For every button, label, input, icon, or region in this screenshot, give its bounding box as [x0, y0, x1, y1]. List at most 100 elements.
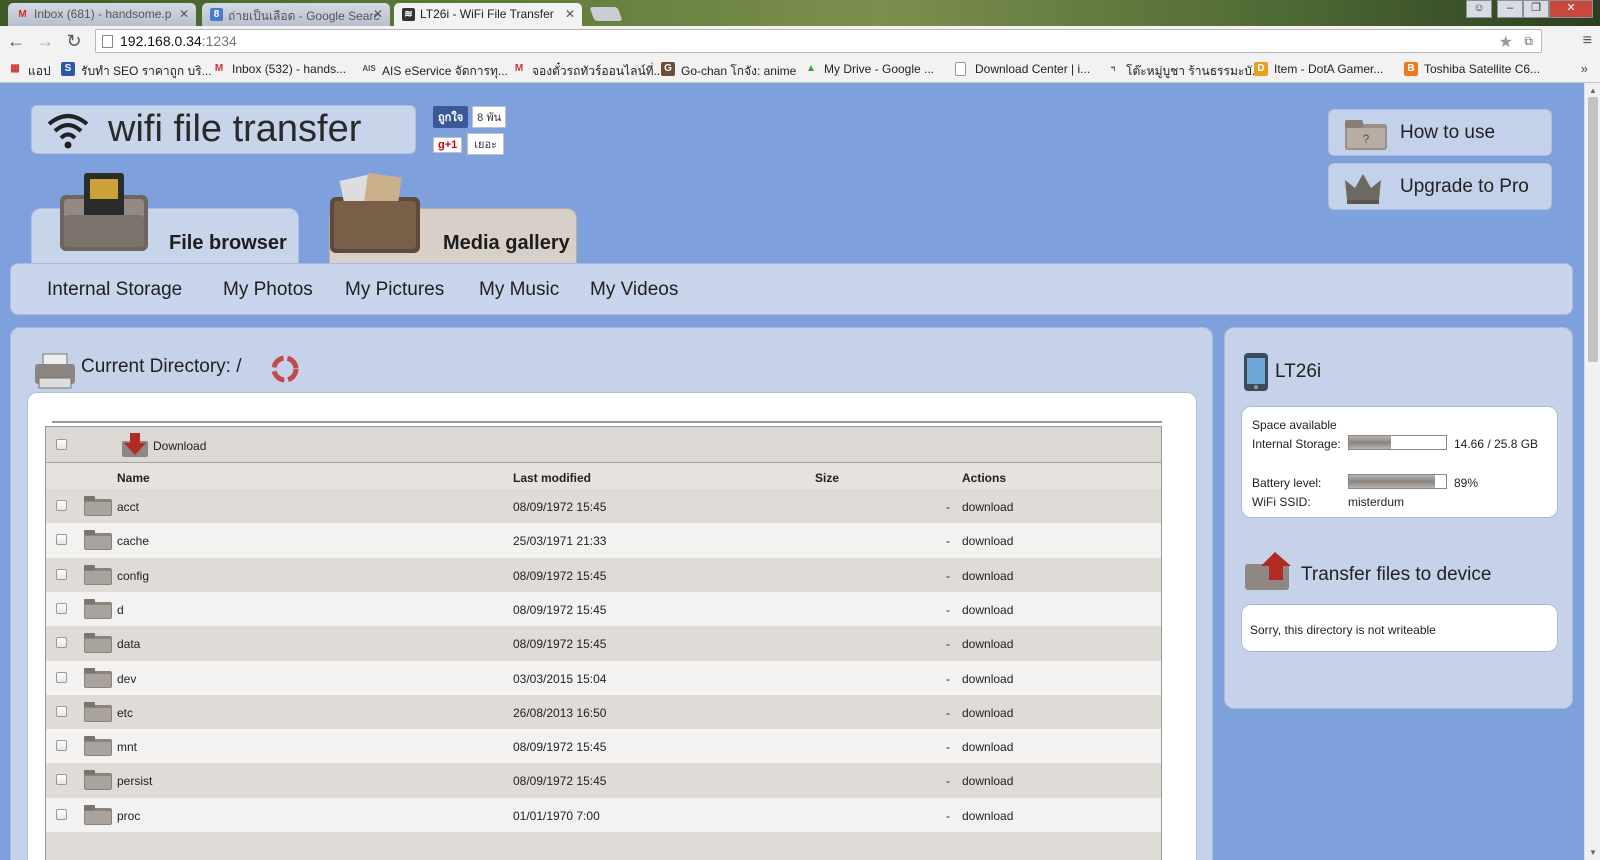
menu-icon[interactable]: ≡	[1583, 32, 1592, 50]
col-size[interactable]: Size	[815, 471, 839, 485]
bookmark-label: แอป	[28, 64, 51, 78]
gplus-button[interactable]: g+1	[433, 137, 463, 153]
file-name[interactable]: persist	[117, 774, 152, 788]
file-modified: 08/09/1972 15:45	[513, 602, 607, 617]
table-row[interactable]: acct 08/09/1972 15:45 - download	[46, 489, 1161, 524]
row-checkbox[interactable]	[56, 705, 67, 717]
subnav-my-photos[interactable]: My Photos	[223, 279, 313, 301]
scroll-up-icon[interactable]: ▲	[1589, 86, 1597, 95]
row-checkbox[interactable]	[56, 637, 67, 649]
table-row[interactable]: d 08/09/1972 15:45 - download	[46, 591, 1161, 627]
table-row[interactable]: dev 03/03/2015 15:04 - download	[46, 660, 1161, 696]
google-plus[interactable]: g+1 เยอะ	[433, 133, 504, 155]
file-name[interactable]: cache	[117, 534, 149, 548]
upgrade-to-pro-button[interactable]: Upgrade to Pro	[1328, 163, 1552, 210]
subnav-internal-storage[interactable]: Internal Storage	[47, 279, 182, 301]
app-logo[interactable]: wifi file transfer	[31, 105, 416, 154]
col-last-modified[interactable]: Last modified	[513, 471, 591, 485]
row-checkbox[interactable]	[56, 740, 67, 752]
folder-icon	[84, 770, 112, 791]
bookmark-bus[interactable]: M จองตั๋วรถทัวร์ออนไลน์ที่...	[512, 62, 664, 81]
file-name[interactable]: mnt	[117, 740, 137, 754]
table-row[interactable]: config 08/09/1972 15:45 - download	[46, 557, 1161, 593]
bookmark-gochan[interactable]: G Go-chan โกจัง: anime	[661, 62, 796, 81]
window-close-icon[interactable]: ✕	[1549, 0, 1593, 18]
browser-tab-wifi[interactable]: ≋ LT26i - WiFi File Transfer ✕	[394, 3, 582, 26]
subnav-my-pictures[interactable]: My Pictures	[345, 279, 444, 301]
current-directory: Current Directory: /	[81, 356, 241, 378]
file-name[interactable]: proc	[117, 809, 140, 823]
tab-file-browser[interactable]: File browser	[31, 173, 299, 264]
download-link[interactable]: download	[962, 809, 1013, 823]
table-row[interactable]: etc 26/08/2013 16:50 - download	[46, 694, 1161, 730]
facebook-like[interactable]: ถูกใจ 8 พัน	[433, 106, 507, 128]
bookmark-toshiba[interactable]: B Toshiba Satellite C6...	[1404, 62, 1540, 76]
bookmark-drive[interactable]: ▲ My Drive - Google ...	[804, 62, 934, 76]
browser-tab-google[interactable]: 8 ถ่ายเป็นเลือด - Google Searc ✕	[202, 3, 390, 26]
row-checkbox[interactable]	[56, 671, 67, 683]
file-name[interactable]: acct	[117, 500, 139, 514]
row-checkbox[interactable]	[56, 774, 67, 786]
minimize-icon[interactable]: –	[1497, 0, 1523, 18]
file-name[interactable]: data	[117, 637, 140, 651]
download-link[interactable]: download	[962, 672, 1013, 686]
download-link[interactable]: download	[962, 740, 1013, 754]
download-link[interactable]: download	[962, 774, 1013, 788]
download-link[interactable]: download	[962, 500, 1013, 514]
download-arrow-icon[interactable]	[120, 431, 150, 459]
bookmark-seo[interactable]: S รับทำ SEO ราคาถูก บริ...	[61, 62, 212, 81]
bookmark-apps[interactable]: ▦ แอป	[8, 62, 51, 81]
new-tab-button[interactable]	[589, 7, 623, 21]
address-bar[interactable]: 192.168.0.34:1234 ★ ⧉	[95, 29, 1542, 53]
scroll-down-icon[interactable]: ▼	[1589, 848, 1597, 857]
close-icon[interactable]: ✕	[179, 7, 189, 21]
tab-media-gallery[interactable]: Media gallery	[329, 172, 577, 264]
download-link[interactable]: download	[962, 706, 1013, 720]
table-row[interactable]: proc 01/01/1970 7:00 - download	[46, 797, 1161, 833]
profile-icon[interactable]: ☺	[1466, 0, 1492, 18]
bookmark-inbox[interactable]: M Inbox (532) - hands...	[212, 62, 346, 76]
file-name[interactable]: etc	[117, 706, 133, 720]
page-scrollbar[interactable]: ▲ ▼	[1584, 83, 1600, 860]
bookmark-star-icon[interactable]: ★	[1499, 32, 1513, 52]
bookmark-download-center[interactable]: Download Center | i...	[955, 62, 1090, 76]
close-icon[interactable]: ✕	[373, 7, 383, 21]
browser-tab-gmail[interactable]: M Inbox (681) - handsome.p ✕	[8, 3, 196, 26]
bookmark-dota[interactable]: D Item - DotA Gamer...	[1254, 62, 1383, 76]
bookmarks-more-button[interactable]: »	[1581, 61, 1588, 76]
table-row[interactable]: mnt 08/09/1972 15:45 - download	[46, 729, 1161, 765]
facebook-like-button[interactable]: ถูกใจ	[433, 106, 469, 128]
bookmark-ais[interactable]: AIS AIS eService จัดการทุ...	[362, 62, 508, 81]
row-checkbox[interactable]	[56, 602, 67, 614]
row-checkbox[interactable]	[56, 534, 67, 546]
row-checkbox[interactable]	[56, 568, 67, 580]
table-row[interactable]: data 08/09/1972 15:45 - download	[46, 626, 1161, 662]
reload-icon[interactable]: ↻	[64, 31, 84, 51]
select-all-checkbox[interactable]	[56, 439, 67, 450]
download-link[interactable]: download	[962, 569, 1013, 583]
table-row[interactable]: persist 08/09/1972 15:45 - download	[46, 763, 1161, 799]
bulk-download-button[interactable]: Download	[153, 439, 206, 453]
subnav-my-music[interactable]: My Music	[479, 279, 559, 301]
download-link[interactable]: download	[962, 637, 1013, 651]
maximize-icon[interactable]: ❐	[1523, 0, 1549, 18]
row-checkbox[interactable]	[56, 808, 67, 820]
file-name[interactable]: dev	[117, 672, 136, 686]
col-name[interactable]: Name	[117, 471, 150, 485]
table-row[interactable]: cache 25/03/1971 21:33 - download	[46, 523, 1161, 559]
extension-icon[interactable]: ⧉	[1524, 34, 1533, 49]
back-icon[interactable]: ←	[6, 31, 26, 51]
table-row[interactable]	[46, 832, 1161, 860]
refresh-icon[interactable]	[269, 353, 301, 385]
row-checkbox[interactable]	[56, 500, 67, 511]
scrollbar-thumb[interactable]	[1588, 97, 1598, 362]
file-name[interactable]: d	[117, 603, 124, 617]
download-link[interactable]: download	[962, 534, 1013, 548]
download-link[interactable]: download	[962, 603, 1013, 617]
close-icon[interactable]: ✕	[565, 7, 575, 21]
bookmark-table[interactable]: ฯ โต๊ะหมู่บูชา ร้านธรรมะบั...	[1106, 62, 1262, 81]
subnav-my-videos[interactable]: My Videos	[590, 279, 678, 301]
how-to-use-button[interactable]: ? How to use	[1328, 109, 1552, 156]
file-name[interactable]: config	[117, 569, 149, 583]
forward-icon[interactable]: →	[35, 31, 55, 51]
